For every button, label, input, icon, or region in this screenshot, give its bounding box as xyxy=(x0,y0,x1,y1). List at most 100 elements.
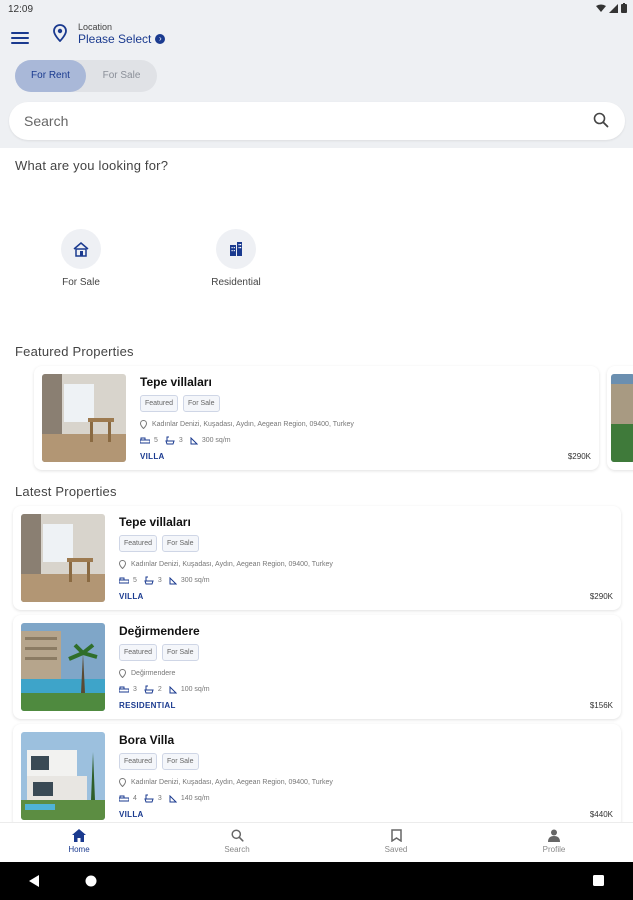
baths-count: 3 xyxy=(157,795,162,802)
badge-for-sale: For Sale xyxy=(183,395,220,412)
property-address: Kadınlar Denizi, Kuşadası, Aydın, Aegean… xyxy=(131,779,333,786)
recents-icon[interactable] xyxy=(593,875,604,886)
nav-profile[interactable]: Profile xyxy=(514,829,594,854)
latest-property-card[interactable]: Değirmendere Featured For Sale Değirmend… xyxy=(13,615,621,719)
category-residential[interactable]: Residential xyxy=(196,229,276,288)
property-price: $290K xyxy=(567,452,591,461)
bath-icon xyxy=(165,436,175,445)
bath-icon xyxy=(144,576,154,585)
property-photo xyxy=(21,514,105,602)
badge-featured: Featured xyxy=(119,644,158,661)
badge-featured: Featured xyxy=(140,395,179,412)
property-price: $156K xyxy=(589,701,613,710)
property-type: VILLA xyxy=(140,452,165,461)
latest-property-card[interactable]: Tepe villaları Featured For Sale Kadınla… xyxy=(13,506,621,610)
featured-property-card-next[interactable] xyxy=(607,366,633,470)
location-pin-icon[interactable] xyxy=(53,24,67,42)
baths-count: 2 xyxy=(157,686,162,693)
property-address: Kadınlar Denizi, Kuşadası, Aydın, Aegean… xyxy=(152,421,354,428)
beds-count: 5 xyxy=(154,437,158,444)
area-icon xyxy=(169,576,177,584)
category-for-sale[interactable]: For Sale xyxy=(41,229,121,288)
nav-search[interactable]: Search xyxy=(197,829,277,854)
status-bar: 12:09 xyxy=(0,0,633,18)
bath-icon xyxy=(144,794,154,803)
property-photo xyxy=(21,732,105,820)
location-pin-icon xyxy=(140,420,147,429)
battery-icon xyxy=(621,3,627,13)
property-type: VILLA xyxy=(119,592,144,601)
back-icon[interactable] xyxy=(29,875,39,887)
bed-icon xyxy=(119,686,129,692)
property-title: Bora Villa xyxy=(119,733,175,747)
nav-search-label: Search xyxy=(224,845,250,854)
bed-icon xyxy=(119,577,129,583)
bed-icon xyxy=(140,437,150,443)
location-pin-icon xyxy=(119,669,126,678)
property-price: $440K xyxy=(589,810,613,819)
badge-for-sale: For Sale xyxy=(162,753,199,770)
system-navigation-bar xyxy=(0,862,633,900)
property-photo xyxy=(611,374,633,462)
property-photo xyxy=(42,374,126,462)
baths-count: 3 xyxy=(178,437,183,444)
location-pin-icon xyxy=(119,778,126,787)
nav-profile-label: Profile xyxy=(542,845,566,854)
area-value: 300 sq/m xyxy=(180,577,210,584)
property-title: Tepe villaları xyxy=(140,375,212,389)
badge-for-sale: For Sale xyxy=(162,644,199,661)
search-icon[interactable] xyxy=(593,112,609,128)
category-label: Residential xyxy=(211,277,261,288)
person-icon xyxy=(548,829,560,842)
rent-sale-toggle: For Rent For Sale xyxy=(15,60,157,92)
location-pin-icon xyxy=(119,560,126,569)
home-circle-icon[interactable] xyxy=(85,875,97,887)
status-icons xyxy=(596,3,627,13)
category-label: For Sale xyxy=(62,277,100,288)
property-photo xyxy=(21,623,105,711)
latest-title: Latest Properties xyxy=(15,484,117,499)
bookmark-icon xyxy=(390,829,402,842)
featured-title: Featured Properties xyxy=(15,344,134,359)
latest-property-card[interactable]: Bora Villa Featured For Sale Kadınlar De… xyxy=(13,724,621,828)
status-time: 12:09 xyxy=(8,4,34,15)
property-type: VILLA xyxy=(119,810,144,819)
nav-saved-label: Saved xyxy=(384,845,408,854)
area-value: 100 sq/m xyxy=(180,686,210,693)
nav-home[interactable]: Home xyxy=(39,829,119,854)
location-selector[interactable]: Please Select › xyxy=(78,32,166,46)
property-title: Tepe villaları xyxy=(119,515,191,529)
home-icon xyxy=(72,829,86,842)
beds-count: 5 xyxy=(133,577,137,584)
badge-for-sale: For Sale xyxy=(162,535,199,552)
property-address: Kadınlar Denizi, Kuşadası, Aydın, Aegean… xyxy=(131,561,333,568)
search-input[interactable]: Search xyxy=(9,102,625,140)
badge-featured: Featured xyxy=(119,753,158,770)
toggle-for-sale[interactable]: For Sale xyxy=(86,60,157,92)
bed-icon xyxy=(119,795,129,801)
property-title: Değirmendere xyxy=(119,624,200,638)
badge-featured: Featured xyxy=(119,535,158,552)
building-icon xyxy=(230,242,242,256)
area-icon xyxy=(169,685,177,693)
location-caption: Location xyxy=(78,22,113,32)
area-value: 140 sq/m xyxy=(180,795,210,802)
area-icon xyxy=(169,794,177,802)
location-value: Please Select xyxy=(78,32,152,46)
bath-icon xyxy=(144,685,154,694)
house-icon xyxy=(73,242,89,257)
property-price: $290K xyxy=(589,592,613,601)
nav-saved[interactable]: Saved xyxy=(356,829,436,854)
categories-title: What are you looking for? xyxy=(15,158,169,173)
toggle-for-rent[interactable]: For Rent xyxy=(15,60,86,92)
property-address: Değirmendere xyxy=(131,670,176,677)
baths-count: 3 xyxy=(157,577,162,584)
hamburger-menu-icon[interactable] xyxy=(11,32,29,46)
area-icon xyxy=(190,436,198,444)
search-icon xyxy=(230,829,244,842)
featured-property-card[interactable]: Tepe villaları Featured For Sale Kadınla… xyxy=(34,366,599,470)
chevron-right-icon: › xyxy=(155,34,166,44)
app-header: Location Please Select › For Rent For Sa… xyxy=(0,18,633,148)
bottom-navigation: Home Search Saved Profile xyxy=(0,822,633,862)
wifi-icon xyxy=(596,4,606,12)
